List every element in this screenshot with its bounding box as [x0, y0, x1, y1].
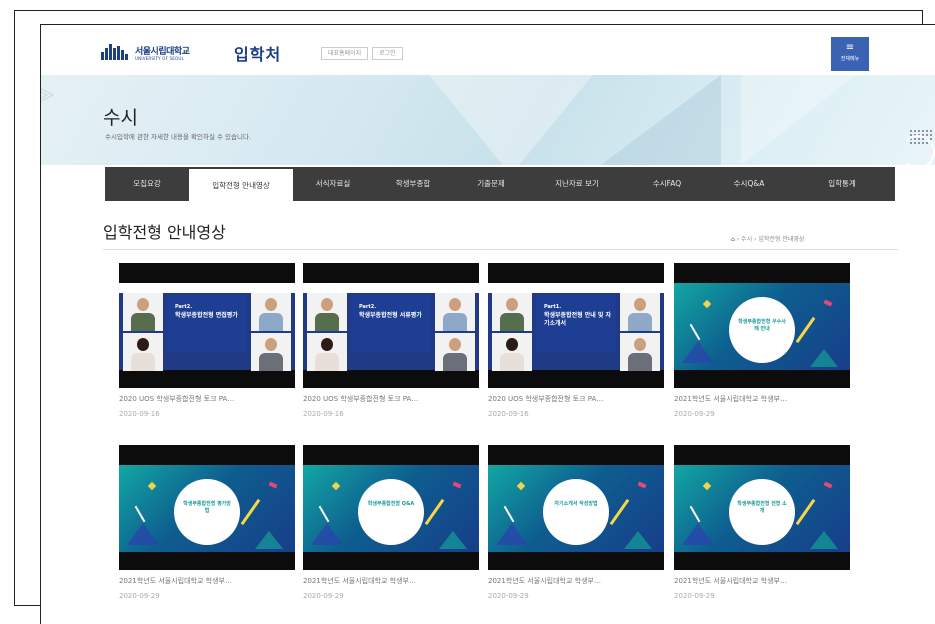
video-thumbnail[interactable]: 자기소개서 작성방법: [488, 445, 664, 570]
video-thumbnail[interactable]: 학생부종합전형 평가방법: [119, 445, 295, 570]
video-date: 2020-09-16: [303, 410, 344, 418]
university-logo-icon[interactable]: [101, 44, 129, 60]
tab-qna[interactable]: 수시Q&A: [709, 167, 789, 201]
site-title[interactable]: 입학처: [234, 41, 281, 65]
video-title[interactable]: 2021학년도 서울시립대학교 학생부…: [674, 576, 850, 586]
home-icon[interactable]: ⌂: [731, 236, 735, 243]
video-title[interactable]: 2020 UOS 학생부종합전형 토크 PA…: [119, 394, 295, 404]
video-card[interactable]: Part1. 학생부종합전형 안내 및 자기소개서 2020 UOS 학생부종합전…: [488, 263, 664, 418]
full-menu-label: 전체메뉴: [840, 56, 860, 62]
tab-past-materials[interactable]: 지난자료 보기: [529, 167, 625, 201]
video-thumbnail[interactable]: 학생부종합전형 전형 소개: [674, 445, 850, 570]
video-date: 2020-09-16: [488, 410, 529, 418]
tab-faq[interactable]: 수시FAQ: [625, 167, 709, 201]
video-date: 2020-09-16: [119, 410, 160, 418]
section-title: 입학전형 안내영상: [103, 223, 226, 242]
hamburger-icon: ≡: [845, 42, 855, 53]
university-name-en: UNIVERSITY OF SEOUL: [135, 56, 184, 61]
video-title[interactable]: 2021학년도 서울시립대학교 학생부…: [488, 576, 664, 586]
tab-guide-videos[interactable]: 입학전형 안내영상: [189, 167, 293, 201]
page-title: 수시: [103, 107, 138, 129]
video-card[interactable]: Part2. 학생부종합전형 면접평가 2020 UOS 학생부종합전형 토크 P…: [119, 263, 295, 418]
tab-forms[interactable]: 서식자료실: [293, 167, 373, 201]
video-date: 2020-09-29: [674, 592, 715, 600]
video-thumbnail[interactable]: 학생부종합전형 우수사례 안내: [674, 263, 850, 388]
video-title[interactable]: 2021학년도 서울시립대학교 학생부…: [119, 576, 295, 586]
utility-links: 대표홈페이지 로그인: [321, 47, 407, 60]
tab-admission-guide[interactable]: 모집요강: [105, 167, 189, 201]
video-card[interactable]: 학생부종합전형 전형 소개 2021학년도 서울시립대학교 학생부… 2020-…: [674, 445, 850, 600]
video-date: 2020-09-29: [488, 592, 529, 600]
tab-past-exams[interactable]: 기출문제: [453, 167, 529, 201]
page-description: 수시입학에 관한 자세한 내용을 확인하실 수 있습니다.: [105, 133, 252, 141]
video-thumbnail[interactable]: Part2. 학생부종합전형 서류평가: [303, 263, 479, 388]
video-title[interactable]: 2020 UOS 학생부종합전형 토크 PA…: [303, 394, 479, 404]
sub-navigation: 모집요강 입학전형 안내영상 서식자료실 학생부종합 기출문제 지난자료 보기 …: [105, 167, 895, 201]
video-card[interactable]: 자기소개서 작성방법 2021학년도 서울시립대학교 학생부… 2020-09-…: [488, 445, 664, 600]
page-banner: [41, 75, 935, 165]
login-link[interactable]: 로그인: [372, 47, 403, 60]
video-thumbnail[interactable]: 학생부종합전형 Q&A: [303, 445, 479, 570]
video-title[interactable]: 2021학년도 서울시립대학교 학생부…: [674, 394, 850, 404]
tab-statistics[interactable]: 입학통계: [789, 167, 895, 201]
video-card[interactable]: Part2. 학생부종합전형 서류평가 2020 UOS 학생부종합전형 토크 P…: [303, 263, 479, 418]
page-window: 서울시립대학교 UNIVERSITY OF SEOUL 입학처 대표홈페이지 로…: [40, 24, 935, 624]
video-card[interactable]: 학생부종합전형 Q&A 2021학년도 서울시립대학교 학생부… 2020-09…: [303, 445, 479, 600]
site-header: 서울시립대학교 UNIVERSITY OF SEOUL 입학처 대표홈페이지 로…: [41, 25, 935, 75]
video-thumbnail[interactable]: Part1. 학생부종합전형 안내 및 자기소개서: [488, 263, 664, 388]
breadcrumb: ⌂ › 수시 › 입학전형 안내영상: [731, 236, 805, 243]
tab-comprehensive[interactable]: 학생부종합: [373, 167, 453, 201]
video-card[interactable]: 학생부종합전형 평가방법 2021학년도 서울시립대학교 학생부… 2020-0…: [119, 445, 295, 600]
video-card[interactable]: 학생부종합전형 우수사례 안내 2021학년도 서울시립대학교 학생부… 202…: [674, 263, 850, 418]
video-date: 2020-09-29: [119, 592, 160, 600]
video-thumbnail[interactable]: Part2. 학생부종합전형 면접평가: [119, 263, 295, 388]
breadcrumb-item-current: 입학전형 안내영상: [758, 236, 805, 243]
video-date: 2020-09-29: [674, 410, 715, 418]
video-title[interactable]: 2021학년도 서울시립대학교 학생부…: [303, 576, 479, 586]
video-date: 2020-09-29: [303, 592, 344, 600]
circle-decoration: [901, 135, 935, 169]
banner-decoration-icon: [41, 88, 53, 102]
video-title[interactable]: 2020 UOS 학생부종합전형 토크 PA…: [488, 394, 664, 404]
breadcrumb-item[interactable]: 수시: [741, 236, 752, 243]
main-homepage-link[interactable]: 대표홈페이지: [321, 47, 369, 60]
divider: [103, 249, 898, 250]
full-menu-button[interactable]: ≡ 전체메뉴: [831, 37, 869, 71]
